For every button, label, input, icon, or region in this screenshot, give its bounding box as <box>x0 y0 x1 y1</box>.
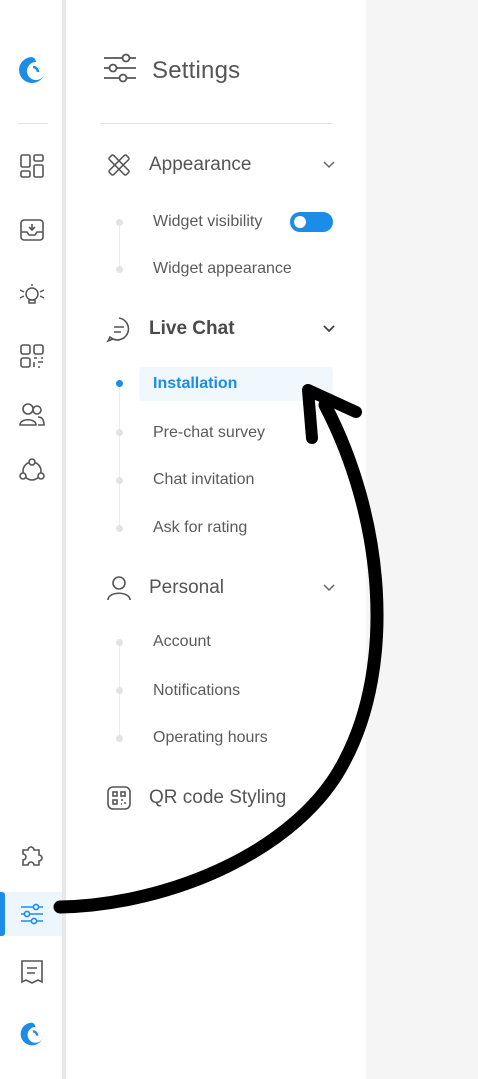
section-label: Personal <box>149 577 224 598</box>
dashboard-icon[interactable] <box>14 148 50 184</box>
tree-dot <box>116 639 123 646</box>
section-label: Appearance <box>149 154 252 175</box>
tree-dot <box>116 477 123 484</box>
appearance-tree-line <box>119 222 120 270</box>
brand-logo-icon[interactable] <box>14 52 50 88</box>
users-icon[interactable] <box>14 396 50 432</box>
toggle-knob <box>294 216 306 228</box>
chevron-down-icon[interactable] <box>322 581 336 595</box>
tree-dot <box>116 687 123 694</box>
rail-active-indicator <box>0 892 5 936</box>
chevron-down-icon[interactable] <box>322 322 336 336</box>
section-qr-code-styling[interactable]: QR code Styling <box>104 783 336 813</box>
panel-separator <box>100 123 333 124</box>
nav-item-notifications[interactable]: Notifications <box>153 682 240 700</box>
tree-dot <box>116 219 123 226</box>
chat-bubble-icon <box>104 314 134 344</box>
tree-dot <box>116 735 123 742</box>
rail-separator <box>18 123 48 124</box>
nav-item-widget-visibility[interactable]: Widget visibility <box>153 213 262 231</box>
section-label: QR code Styling <box>149 787 287 808</box>
bot-icon[interactable] <box>14 277 50 313</box>
tree-dot <box>116 525 123 532</box>
nav-item-widget-appearance[interactable]: Widget appearance <box>153 260 292 278</box>
page-title: Settings <box>152 56 241 84</box>
nav-item-ask-for-rating[interactable]: Ask for rating <box>153 519 247 537</box>
qr-frame-icon <box>104 783 134 813</box>
user-icon <box>104 573 134 603</box>
integrations-icon[interactable] <box>14 453 50 489</box>
inbox-icon[interactable] <box>14 212 50 248</box>
design-tools-icon <box>104 150 134 180</box>
puzzle-icon[interactable] <box>14 836 50 872</box>
tree-dot <box>116 429 123 436</box>
sliders-icon[interactable] <box>14 896 50 932</box>
nav-item-operating-hours[interactable]: Operating hours <box>153 729 268 747</box>
section-personal[interactable]: Personal <box>104 573 336 603</box>
qr-code-icon[interactable] <box>14 338 50 374</box>
section-label: Live Chat <box>149 318 235 339</box>
tree-dot-active <box>116 380 123 387</box>
chevron-down-icon[interactable] <box>322 158 336 172</box>
nav-item-chat-invitation[interactable]: Chat invitation <box>153 471 254 489</box>
notes-icon[interactable] <box>14 954 50 990</box>
nav-item-installation[interactable]: Installation <box>153 375 237 393</box>
nav-item-account[interactable]: Account <box>153 633 211 651</box>
section-appearance[interactable]: Appearance <box>104 150 336 180</box>
settings-sliders-icon <box>102 52 138 89</box>
section-live-chat[interactable]: Live Chat <box>104 314 336 344</box>
brand-logo-bottom-icon[interactable] <box>14 1016 50 1052</box>
live-chat-tree-line <box>119 384 120 528</box>
tree-dot <box>116 266 123 273</box>
settings-header: Settings <box>102 52 240 89</box>
nav-item-pre-chat-survey[interactable]: Pre-chat survey <box>153 424 265 442</box>
widget-visibility-toggle[interactable] <box>290 212 333 232</box>
